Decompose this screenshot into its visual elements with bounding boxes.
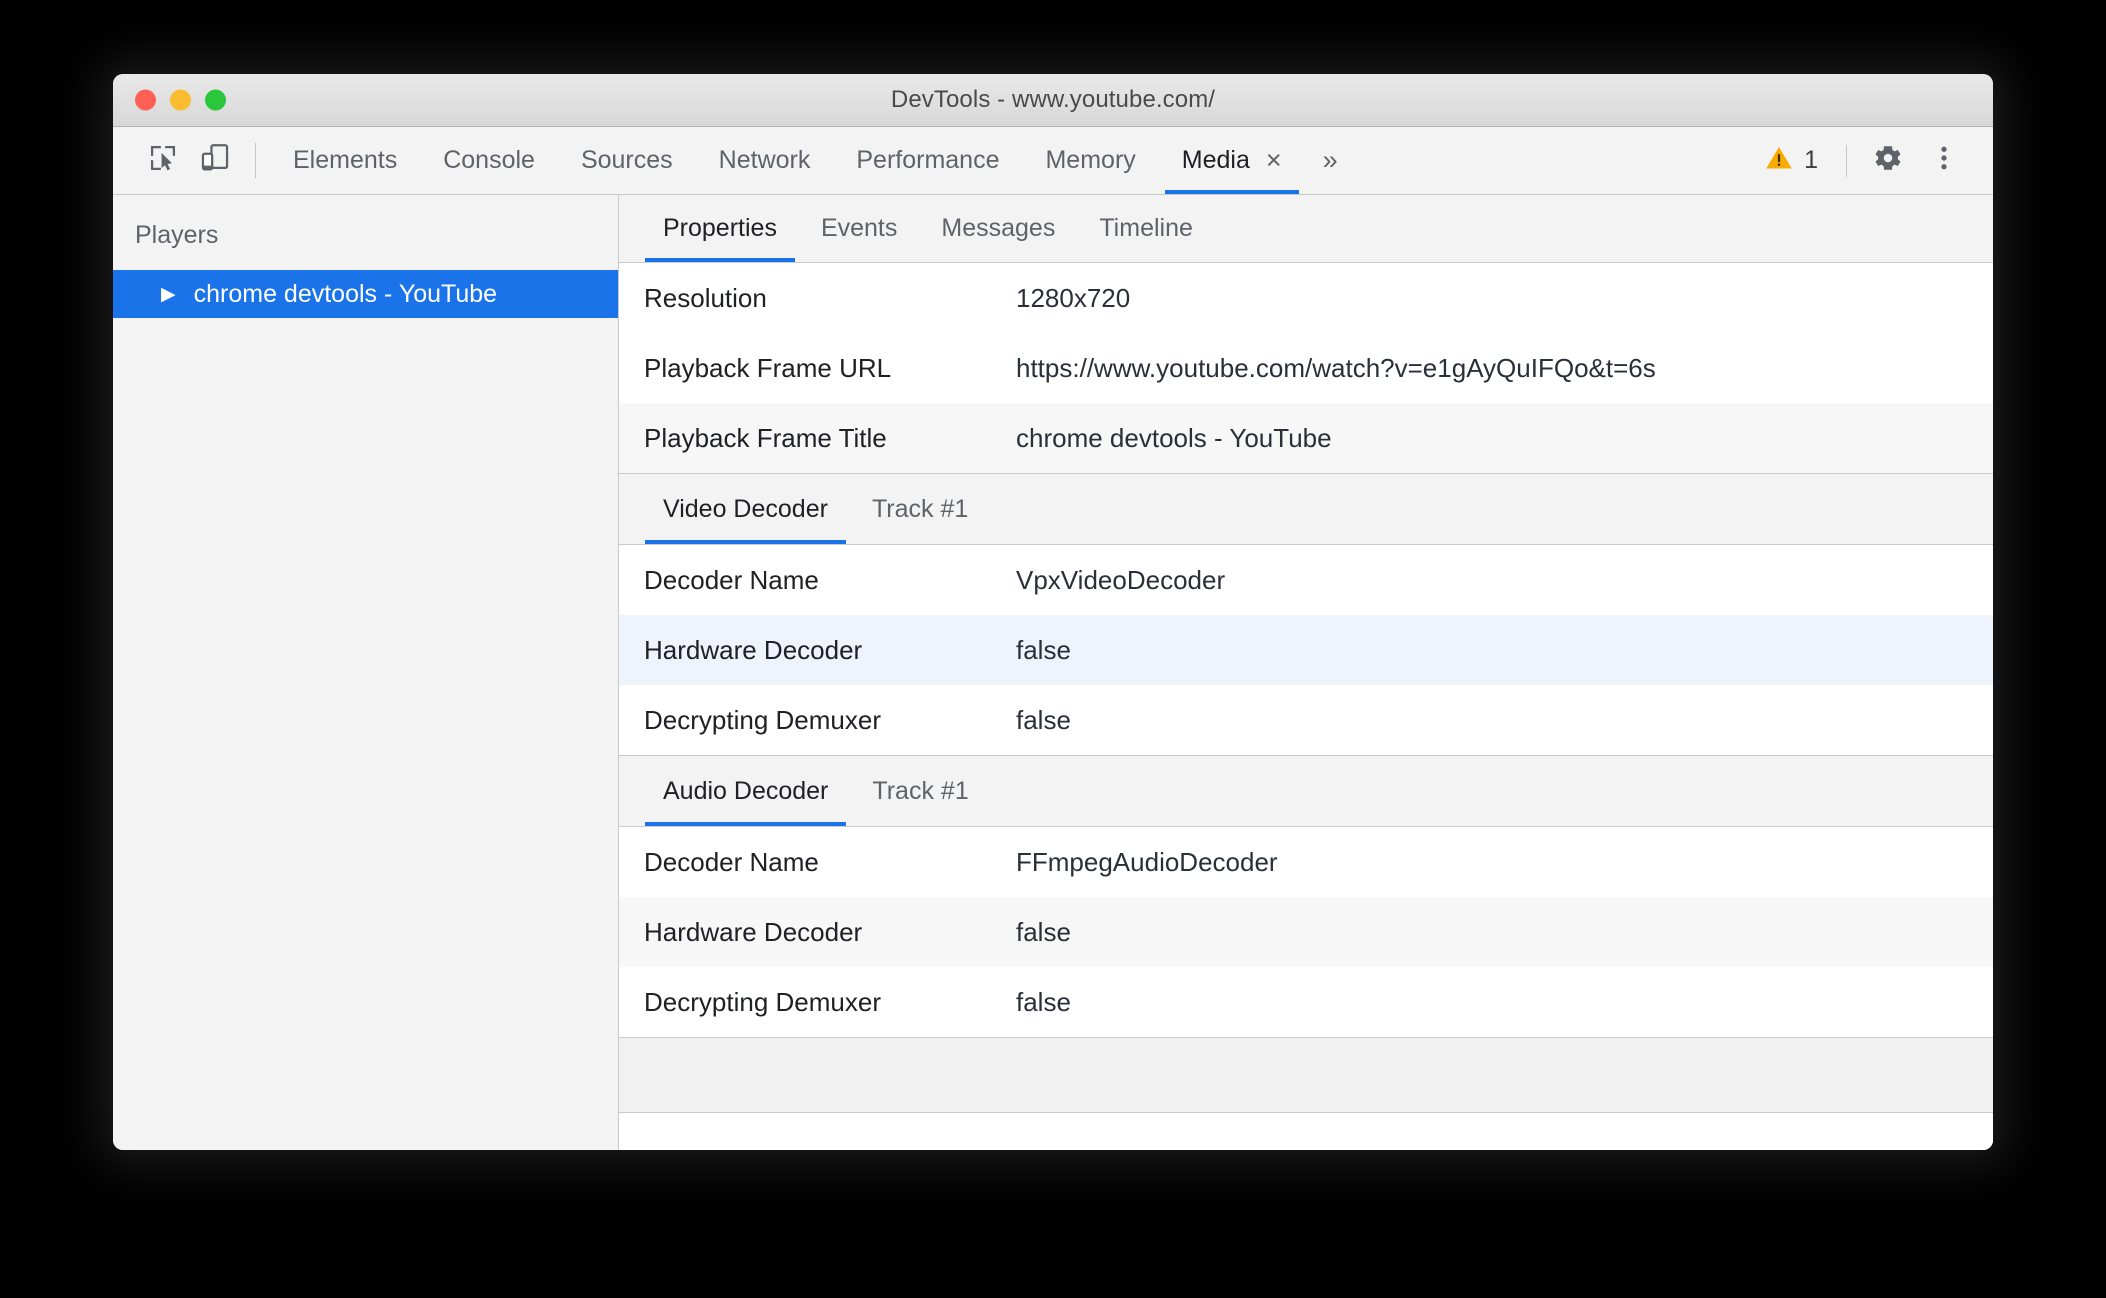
property-name: Decoder Name [644,564,819,595]
property-name: Playback Frame Title [644,422,887,453]
table-row[interactable]: Playback Frame Title chrome devtools - Y… [619,403,1993,473]
screenshot-root: DevTools - www.youtube.com/ Elements Con… [0,0,2106,1298]
empty-section-row [619,1037,1993,1113]
property-value: FFmpegAudioDecoder [1016,846,1278,877]
inspect-element-icon [146,141,180,180]
window-traffic-lights [135,89,226,111]
device-toolbar-icon [198,141,232,180]
tab-sources-label: Sources [580,146,673,174]
media-panel-tabbar: Properties Events Messages Timeline [619,195,1993,263]
devtools-tab-strip: Elements Console Sources Network Perform… [270,127,1750,194]
property-name: Decrypting Demuxer [644,704,881,735]
table-row[interactable]: Hardware Decoder false [619,897,1993,967]
tab-console[interactable]: Console [420,127,558,194]
warning-indicator[interactable]: 1 [1750,143,1832,178]
tab-timeline-label: Timeline [1099,214,1193,242]
tab-audio-decoder-label: Audio Decoder [663,776,829,805]
property-value: false [1016,916,1071,947]
main-menu-button[interactable] [1917,134,1971,188]
chevron-double-right-icon: » [1322,145,1338,175]
tab-performance-label: Performance [856,146,1000,174]
toolbar-right-divider [1846,144,1847,177]
close-window-button[interactable] [135,89,156,111]
media-panel-content: Properties Events Messages Timeline Reso… [619,195,1993,1150]
tab-console-label: Console [443,146,535,174]
tab-audio-track-1[interactable]: Track #1 [850,756,990,826]
window-title: DevTools - www.youtube.com/ [890,86,1216,113]
table-row[interactable]: Resolution 1280x720 [619,263,1993,333]
tab-properties[interactable]: Properties [641,195,799,262]
tab-video-decoder-label: Video Decoder [663,494,828,523]
settings-button[interactable] [1861,134,1915,188]
tab-elements-label: Elements [293,146,398,174]
more-tabs-button[interactable]: » [1305,127,1354,194]
tab-properties-label: Properties [663,214,777,242]
tab-timeline[interactable]: Timeline [1077,195,1215,262]
tab-memory[interactable]: Memory [1022,127,1158,194]
players-sidebar-title: Players [135,221,219,249]
tab-messages-label: Messages [941,214,1056,242]
tab-video-decoder[interactable]: Video Decoder [641,474,850,544]
property-name: Decrypting Demuxer [644,986,881,1017]
warning-triangle-icon [1764,143,1794,178]
players-sidebar: Players ▶ chrome devtools - YouTube [113,195,619,1150]
table-row[interactable]: Playback Frame URL https://www.youtube.c… [619,333,1993,403]
tab-events-label: Events [820,214,898,242]
table-row[interactable]: Decoder Name VpxVideoDecoder [619,545,1993,615]
property-name: Decoder Name [644,846,819,877]
devtools-toolbar: Elements Console Sources Network Perform… [113,127,1993,195]
gear-icon [1872,142,1904,179]
window-titlebar: DevTools - www.youtube.com/ [113,74,1993,127]
table-row[interactable]: Decrypting Demuxer false [619,685,1993,755]
table-row[interactable]: Decoder Name FFmpegAudioDecoder [619,827,1993,897]
tab-network[interactable]: Network [696,127,834,194]
tab-network-label: Network [718,146,811,174]
tab-audio-track-1-label: Track #1 [872,776,969,805]
property-name: Playback Frame URL [644,352,892,383]
toolbar-right-actions: 1 [1750,127,1993,194]
table-row[interactable]: Hardware Decoder false [619,615,1993,685]
audio-decoder-section-header: Audio Decoder Track #1 [619,755,1993,827]
tab-events[interactable]: Events [799,195,919,262]
tab-messages[interactable]: Messages [919,195,1077,262]
sidebar-item-player-label: chrome devtools - YouTube [193,279,498,308]
tab-video-track-1-label: Track #1 [871,494,969,523]
property-value: false [1016,704,1071,735]
tab-media[interactable]: Media × [1159,127,1305,194]
video-decoder-section-header: Video Decoder Track #1 [619,473,1993,545]
property-name: Hardware Decoder [644,634,863,665]
tab-audio-decoder[interactable]: Audio Decoder [641,756,850,826]
property-value: 1280x720 [1016,282,1131,313]
property-name: Hardware Decoder [644,916,863,947]
expand-triangle-icon[interactable]: ▶ [161,285,176,304]
devtools-window: DevTools - www.youtube.com/ Elements Con… [113,74,1993,1150]
toolbar-divider [255,143,256,178]
tab-elements[interactable]: Elements [270,127,420,194]
inspect-element-button[interactable] [137,127,189,194]
kebab-menu-icon [1929,143,1959,178]
tab-memory-label: Memory [1045,146,1136,174]
device-toolbar-button[interactable] [189,127,241,194]
property-value: false [1016,986,1071,1017]
tab-media-label: Media [1181,146,1250,174]
property-value: false [1016,634,1071,665]
properties-list: Resolution 1280x720 Playback Frame URL h… [619,263,1993,1150]
tab-performance[interactable]: Performance [833,127,1022,194]
property-value: https://www.youtube.com/watch?v=e1gAyQuI… [1016,352,1656,383]
warning-count: 1 [1804,146,1818,174]
property-value: VpxVideoDecoder [1016,564,1226,595]
devtools-body: Players ▶ chrome devtools - YouTube Prop… [113,195,1993,1150]
list-bottom-space [619,1113,1993,1150]
maximize-window-button[interactable] [205,89,226,111]
property-value: chrome devtools - YouTube [1016,422,1332,453]
tab-video-track-1[interactable]: Track #1 [850,474,990,544]
tab-sources[interactable]: Sources [558,127,696,194]
minimize-window-button[interactable] [170,89,191,111]
sidebar-item-player[interactable]: ▶ chrome devtools - YouTube [113,270,618,318]
close-icon[interactable]: × [1266,147,1282,174]
table-row[interactable]: Decrypting Demuxer false [619,967,1993,1037]
property-name: Resolution [644,282,767,313]
